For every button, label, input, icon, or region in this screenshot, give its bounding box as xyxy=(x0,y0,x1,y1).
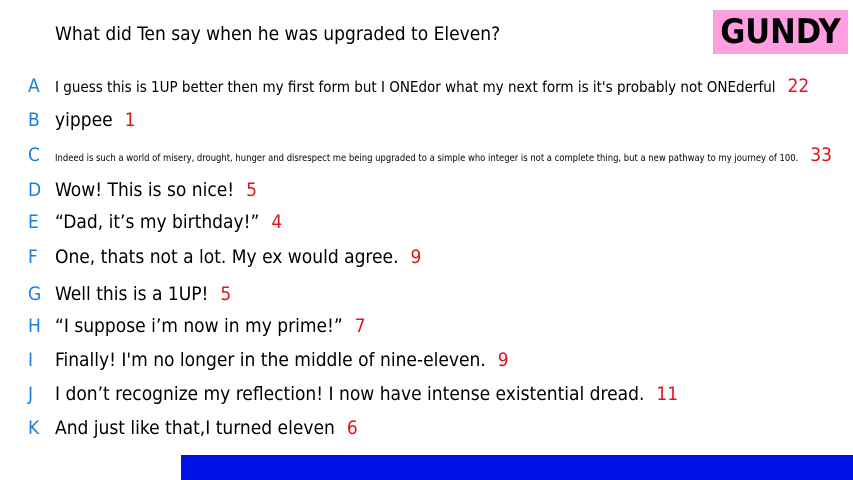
answer-score: 33 xyxy=(810,144,833,166)
answer-letter: D xyxy=(28,179,42,201)
answer-letter: E xyxy=(28,211,39,233)
answer-score: 9 xyxy=(410,246,422,268)
answer-letter: K xyxy=(28,417,40,439)
answer-text: yippee xyxy=(55,109,113,131)
answer-text: One, thats not a lot. My ex would agree. xyxy=(55,246,399,268)
answer-text: Well this is a 1UP! xyxy=(55,283,209,305)
answer-letter: J xyxy=(28,383,34,405)
answer-score: 7 xyxy=(354,315,366,337)
answer-text: And just like that,I turned eleven xyxy=(55,417,335,439)
answer-text: I guess this is 1UP better then my first… xyxy=(55,78,776,96)
answer-score: 6 xyxy=(346,417,358,439)
question-title: What did Ten say when he was upgraded to… xyxy=(55,23,501,45)
answer-text: Indeed is such a world of misery, drough… xyxy=(55,153,799,164)
gundy-logo: GUNDY xyxy=(713,10,848,54)
answer-score: 4 xyxy=(271,211,283,233)
answer-text: “Dad, it’s my birthday!” xyxy=(55,211,260,233)
answer-text: Finally! I'm no longer in the middle of … xyxy=(55,349,486,371)
answer-text: “I suppose i’m now in my prime!” xyxy=(55,315,343,337)
answer-letter: I xyxy=(28,349,34,371)
answer-letter: A xyxy=(28,75,40,97)
answer-score: 5 xyxy=(220,283,232,305)
answer-letter: B xyxy=(28,109,40,131)
answer-text: Wow! This is so nice! xyxy=(55,179,235,201)
answer-letter: G xyxy=(28,283,42,305)
answer-letter: F xyxy=(28,246,38,268)
answer-score: 11 xyxy=(656,383,679,405)
answer-letter: C xyxy=(28,144,40,166)
answer-text: I don’t recognize my reflection! I now h… xyxy=(55,383,645,405)
answer-score: 1 xyxy=(124,109,136,131)
answer-score: 22 xyxy=(787,75,810,97)
answer-score: 5 xyxy=(246,179,257,201)
answer-letter: H xyxy=(28,315,41,337)
bottom-bar xyxy=(181,455,853,480)
answer-score: 9 xyxy=(497,349,509,371)
